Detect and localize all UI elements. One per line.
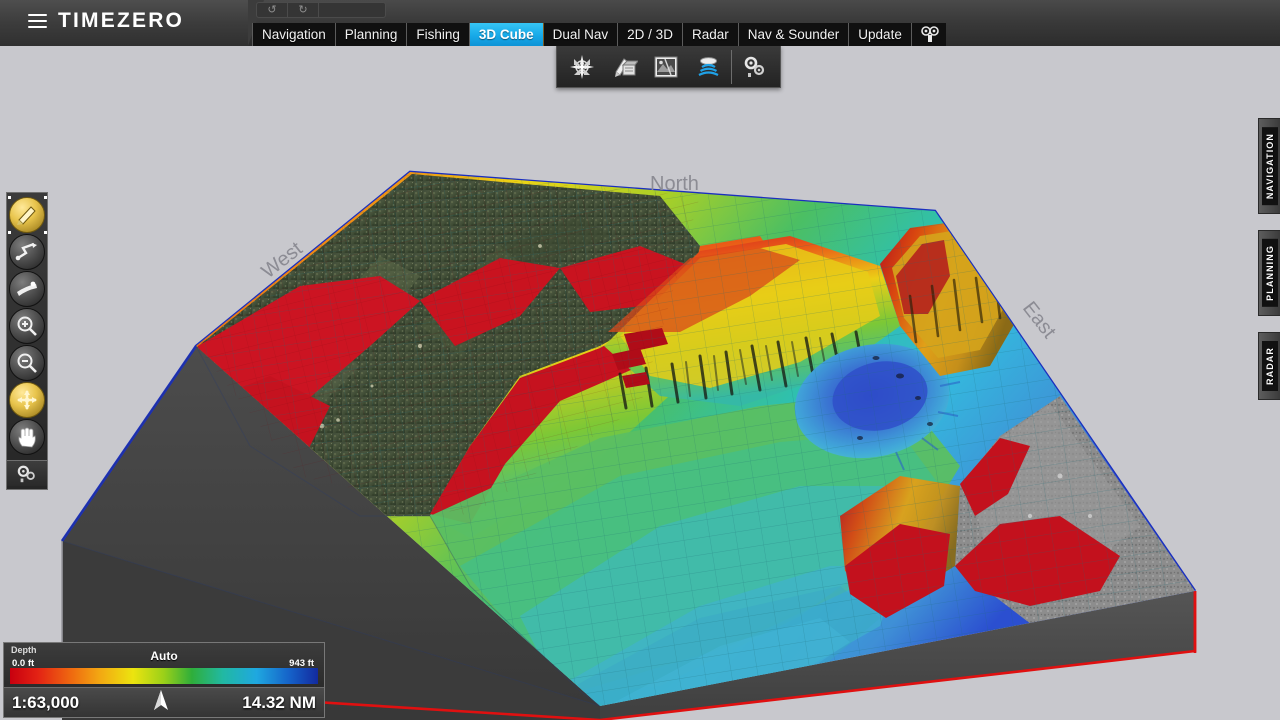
gears-icon[interactable]	[734, 49, 776, 85]
pencil-book-icon[interactable]	[603, 49, 645, 85]
select-tool[interactable]	[8, 196, 45, 234]
redo-button[interactable]: ↻	[288, 3, 319, 17]
camera-icon[interactable]	[911, 23, 946, 46]
chart-range: 14.32 NM	[242, 692, 316, 712]
mark-tool[interactable]	[9, 271, 45, 307]
brand-title: TIMEZERO	[58, 9, 185, 32]
zoom-out-tool[interactable]	[9, 345, 45, 381]
vtab-navigation-label: NAVIGATION	[1261, 127, 1278, 206]
tab-2d-3d[interactable]: 2D / 3D	[618, 23, 683, 46]
chart-mode-toolbar[interactable]	[556, 46, 781, 88]
tab-radar[interactable]: Radar	[682, 23, 739, 46]
undo-redo-group[interactable]: ↺ ↻	[256, 2, 386, 18]
palette-settings[interactable]	[7, 460, 47, 486]
status-panel: Depth Auto 0.0 ft 943 ft 1:63,000 14.32 …	[3, 642, 325, 718]
brand[interactable]: TIMEZERO	[28, 9, 184, 33]
tab-nav-sounder[interactable]: Nav & Sounder	[738, 23, 850, 46]
depth-mode[interactable]: Auto	[4, 649, 324, 663]
vtab-planning-label: PLANNING	[1261, 239, 1278, 307]
gears-icon	[17, 465, 35, 482]
hamburger-icon[interactable]	[28, 10, 47, 32]
right-panel-tabs[interactable]: NAVIGATION PLANNING RADAR	[1258, 118, 1280, 400]
workspace-tabs[interactable]: Navigation Planning Fishing 3D Cube Dual…	[252, 23, 946, 46]
brand-area: TIMEZERO	[0, 0, 264, 46]
tool-palette[interactable]	[6, 192, 48, 490]
chart-scale: 1:63,000	[12, 692, 80, 712]
timezero-app: North West East TIMEZERO ↺ ↻ Navigation …	[0, 0, 1280, 720]
zoom-in-tool[interactable]	[9, 308, 45, 344]
scale-bar: 1:63,000 14.32 NM	[4, 687, 324, 717]
tab-update[interactable]: Update	[849, 23, 912, 46]
pan-tool[interactable]	[9, 419, 45, 455]
3d-cube-scene[interactable]: North West East	[0, 46, 1280, 720]
move-tool[interactable]	[9, 382, 45, 418]
depth-colorbar	[10, 668, 318, 684]
route-tool[interactable]	[9, 234, 45, 270]
north-arrow-icon[interactable]	[152, 689, 170, 716]
vtab-planning[interactable]: PLANNING	[1258, 230, 1280, 316]
tab-3d-cube[interactable]: 3D Cube	[469, 23, 544, 46]
depth-scale[interactable]: Depth Auto 0.0 ft 943 ft	[4, 643, 324, 687]
tab-navigation[interactable]: Navigation	[252, 23, 336, 46]
tab-planning[interactable]: Planning	[335, 23, 408, 46]
vtab-radar[interactable]: RADAR	[1258, 331, 1280, 400]
photo-overlay-icon[interactable]	[645, 49, 687, 85]
compass-rose-icon[interactable]	[561, 49, 603, 85]
top-bar: TIMEZERO ↺ ↻ Navigation Planning Fishing…	[0, 0, 1280, 46]
tab-dual-nav[interactable]: Dual Nav	[543, 23, 619, 46]
vtab-navigation[interactable]: NAVIGATION	[1258, 118, 1280, 215]
tab-fishing[interactable]: Fishing	[407, 23, 470, 46]
undo-redo-filler	[319, 3, 385, 17]
vtab-radar-label: RADAR	[1261, 340, 1278, 391]
undo-button[interactable]: ↺	[257, 3, 288, 17]
toolbar-divider	[731, 49, 732, 84]
sonar-waves-icon[interactable]	[687, 49, 729, 85]
